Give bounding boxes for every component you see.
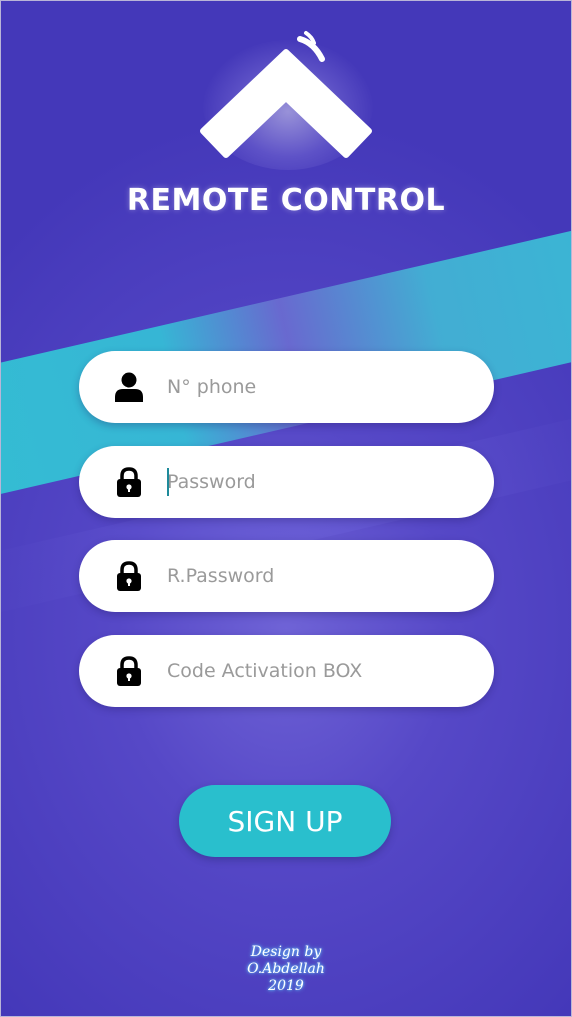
lock-icon bbox=[117, 561, 141, 591]
phone-input[interactable] bbox=[167, 351, 467, 423]
repeat-password-field[interactable] bbox=[79, 540, 494, 612]
design-credit: Design by O.Abdellah 2019 bbox=[236, 944, 336, 995]
password-field[interactable] bbox=[79, 446, 494, 518]
credit-line-2: O.Abdellah bbox=[247, 961, 325, 977]
sign-up-button[interactable]: SIGN UP bbox=[179, 785, 391, 857]
app-title: REMOTE CONTROL bbox=[126, 183, 446, 218]
chevron-up-icon bbox=[200, 31, 372, 158]
lock-icon bbox=[117, 467, 141, 497]
text-caret bbox=[167, 468, 169, 496]
credit-line-1: Design by bbox=[250, 944, 322, 960]
lock-icon bbox=[117, 656, 141, 686]
user-icon bbox=[115, 372, 143, 402]
phone-field[interactable] bbox=[79, 351, 494, 423]
activation-code-field[interactable] bbox=[79, 635, 494, 707]
activation-code-input[interactable] bbox=[167, 635, 467, 707]
password-input[interactable] bbox=[167, 446, 467, 518]
credit-year: 2019 bbox=[268, 978, 304, 994]
repeat-password-input[interactable] bbox=[167, 540, 467, 612]
